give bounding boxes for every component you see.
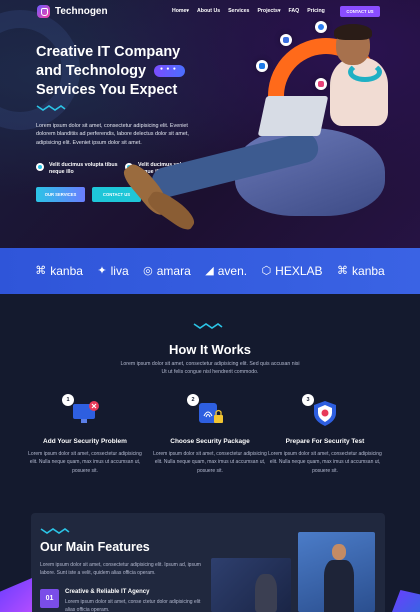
partner-logo-kanba: ⌘ kanba (35, 264, 83, 278)
wave-divider-icon (40, 528, 70, 534)
kanba-icon: ⌘ (35, 264, 47, 277)
step-card: 2 Choose Security Package Lorem ipsum do… (150, 394, 270, 475)
nav-link-projects[interactable]: Projects▾ (257, 8, 280, 14)
check-bubble-icon (315, 21, 327, 33)
partner-logo-amara: ◎ amara (143, 264, 191, 278)
step-card: 1 Add Your Security Problem Lorem ipsum … (25, 394, 145, 475)
hero-check-item: Velit ducimus volupta tibus neque illo (36, 162, 119, 175)
partner-logo-kanba: ⌘ kanba (337, 264, 385, 278)
check-circle-icon (36, 163, 44, 171)
team-avatars-pill (154, 65, 185, 77)
partner-logo-hexlab: ⬡ HEXLAB (261, 264, 323, 278)
nav-links: Home▾ About Us Services Projects▾ FAQ Pr… (172, 8, 325, 14)
hero-section: Technogen Home▾ About Us Services Projec… (0, 0, 420, 248)
person-hair-illustration (334, 24, 372, 40)
headphones-icon (348, 62, 382, 82)
feature-item-title: Creative & Reliable IT Agency (65, 589, 150, 595)
wave-divider-icon (193, 323, 223, 329)
step-title: Add Your Security Problem (43, 438, 127, 445)
star-bubble-icon (256, 60, 268, 72)
step-number: 1 (62, 394, 74, 406)
hero-description: Lorem ipsum dolor sit amet, consectetur … (36, 123, 189, 146)
brand-name: Technogen (55, 6, 108, 17)
liva-icon: ✦ (97, 264, 107, 277)
step-title: Prepare For Security Test (285, 438, 365, 445)
aven-icon: ◢ (205, 264, 214, 277)
partner-logo-liva: ✦ liva (97, 264, 129, 278)
kanba-icon: ⌘ (337, 264, 349, 277)
facebook-bubble-icon (280, 34, 292, 46)
instagram-bubble-icon (315, 78, 327, 90)
nav-link-faq[interactable]: FAQ (289, 8, 300, 14)
computer-alert-icon: 1 (62, 394, 100, 428)
feature-number-badge: 01 (40, 589, 59, 608)
step-description: Lorem ipsum dolor sit amet, consectetur … (268, 451, 382, 474)
step-description: Lorem ipsum dolor sit amet, consectetur … (28, 451, 142, 474)
how-it-works-title: How It Works (168, 342, 252, 357)
step-description: Lorem ipsum dolor sit amet, consectetur … (153, 451, 267, 474)
how-it-works-subtitle: Lorem ipsum dolor sit amet, consectetur … (120, 361, 300, 376)
nav-link-about[interactable]: About Us (197, 8, 220, 14)
corner-decoration (392, 590, 420, 612)
step-number: 3 (302, 394, 314, 406)
step-title: Choose Security Package (170, 438, 250, 445)
step-card: 3 Prepare For Security Test Lorem ipsum … (265, 394, 385, 475)
shield-logo-icon (37, 5, 50, 18)
laptop-illustration (257, 96, 329, 136)
wave-divider-icon (36, 105, 66, 111)
features-title: Our Main Features (40, 540, 150, 554)
nav-link-services[interactable]: Services (228, 8, 249, 14)
businessman-photo (298, 532, 375, 612)
top-navbar: Technogen Home▾ About Us Services Projec… (0, 0, 420, 24)
shield-bug-icon: 3 (302, 394, 340, 428)
amara-icon: ◎ (143, 264, 153, 277)
feature-item-description: Lorem ipsum dolor sit amet, conse ctetur… (65, 599, 201, 612)
features-description: Lorem ipsum dolor sit amet, consectetur … (40, 562, 201, 577)
fingerprint-lock-icon: 2 (187, 394, 225, 428)
our-services-button[interactable]: OUR SERVICES (36, 187, 85, 202)
contact-us-nav-button[interactable]: CONTACT US (340, 6, 380, 17)
nav-link-home[interactable]: Home▾ (172, 8, 189, 14)
step-number: 2 (187, 394, 199, 406)
nav-link-pricing[interactable]: Pricing (307, 8, 325, 14)
team-photo (211, 558, 291, 612)
hexlab-icon: ⬡ (261, 264, 272, 277)
partner-logos-bar: ⌘ kanba ✦ liva ◎ amara ◢ aven. ⬡ HEXLAB ⌘ kanb… (0, 248, 420, 294)
partner-logo-aven: ◢ aven. (205, 264, 248, 278)
logo[interactable]: Technogen (37, 5, 108, 18)
corner-decoration (0, 578, 32, 612)
